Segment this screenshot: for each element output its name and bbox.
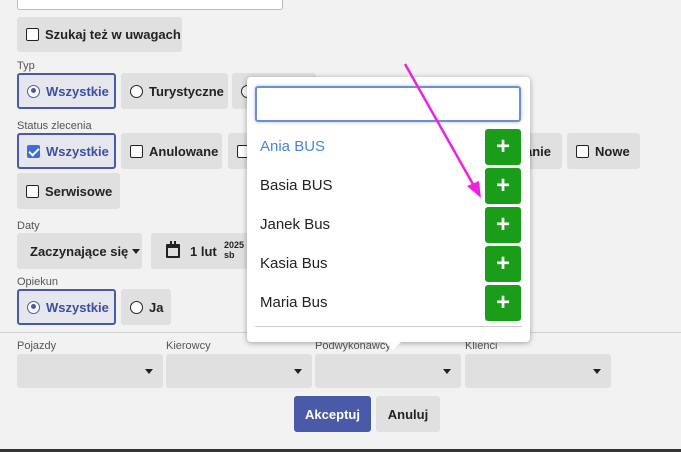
annotation-arrow [403, 63, 481, 198]
